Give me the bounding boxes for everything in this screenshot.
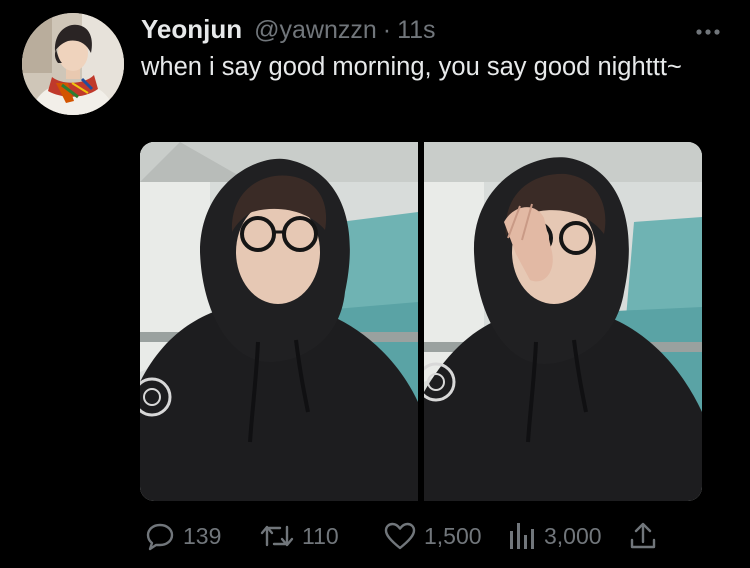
tweet-header: Yeonjun @yawnzzn · 11s	[141, 14, 436, 48]
share-upload-icon	[630, 522, 656, 549]
bar-chart-icon	[510, 523, 534, 549]
like-count: 1,500	[424, 522, 482, 549]
share-button[interactable]	[628, 517, 658, 555]
more-horizontal-icon[interactable]	[690, 22, 726, 42]
views-count: 3,000	[544, 522, 602, 549]
retweet-count: 110	[302, 522, 339, 549]
timestamp[interactable]: 11s	[397, 16, 435, 45]
reply-button[interactable]: 139	[145, 517, 221, 555]
retweet-arrows-icon	[260, 525, 294, 547]
tweet[interactable]: Yeonjun @yawnzzn · 11s when i say good m…	[0, 0, 750, 568]
user-handle[interactable]: @yawnzzn	[254, 16, 377, 45]
tweet-text: when i say good morning, you say good ni…	[141, 53, 682, 81]
reply-count: 139	[183, 522, 222, 549]
like-button[interactable]: 1,500	[384, 517, 482, 555]
tweet-photo-1[interactable]	[140, 142, 418, 501]
retweet-button[interactable]: 110	[260, 517, 339, 555]
media-grid	[140, 142, 702, 501]
action-bar: 139 110 1,500 3,000	[140, 517, 700, 555]
avatar-image	[22, 13, 124, 115]
tweet-photo-2[interactable]	[424, 142, 702, 501]
speech-bubble-icon	[146, 523, 174, 551]
views-button[interactable]: 3,000	[508, 517, 602, 555]
heart-icon	[384, 522, 416, 550]
avatar[interactable]	[22, 13, 124, 115]
header-separator: ·	[382, 16, 392, 44]
display-name[interactable]: Yeonjun	[141, 14, 242, 45]
